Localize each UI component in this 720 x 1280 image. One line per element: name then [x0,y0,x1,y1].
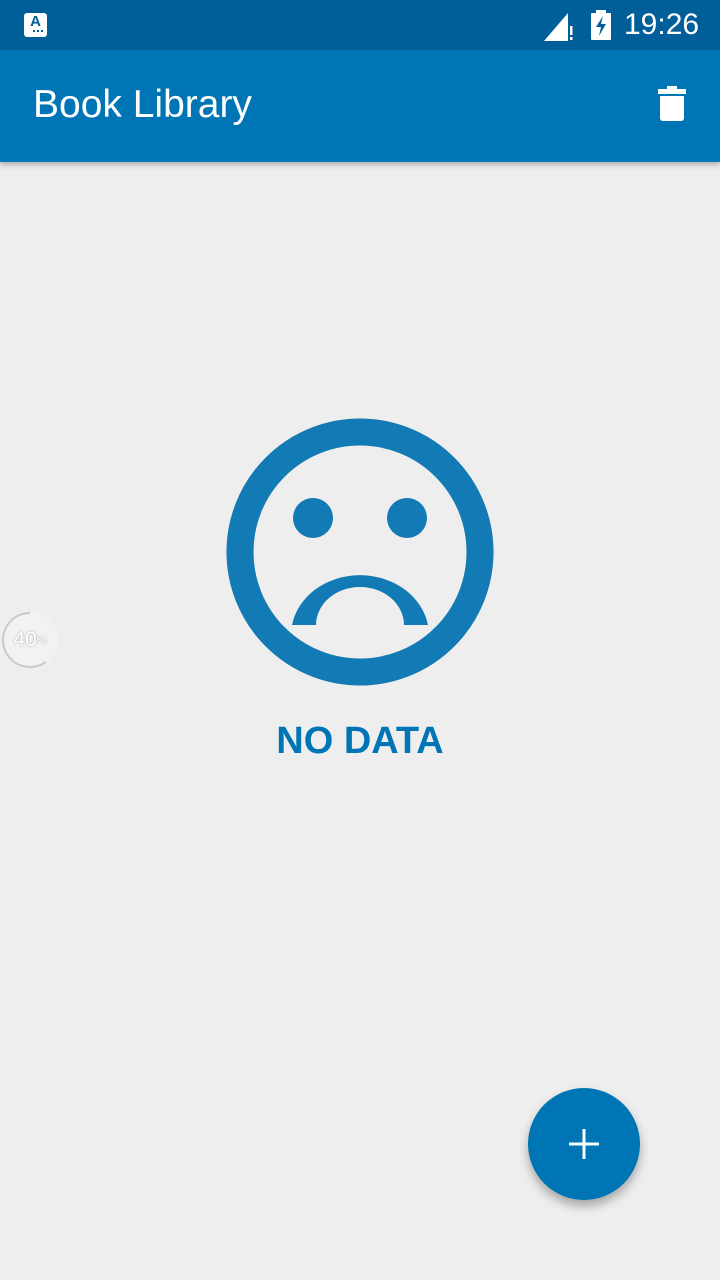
app-notification-icon: A [24,13,47,37]
status-bar: A 19:26 [0,0,720,50]
plus-icon [569,1129,599,1159]
empty-state-message: NO DATA [276,720,444,762]
battery-charging-icon [591,10,611,40]
status-time: 19:26 [624,8,700,41]
delete-all-button[interactable] [648,80,696,128]
add-book-button[interactable] [528,1088,640,1200]
progress-indicator[interactable]: 40% [2,612,58,668]
signal-icon [544,13,573,41]
app-bar: Book Library [0,50,720,162]
trash-icon [658,86,686,121]
progress-value: 40 [13,628,37,651]
sad-face-icon [226,418,494,686]
progress-unit: % [36,634,47,646]
page-title: Book Library [33,83,252,126]
